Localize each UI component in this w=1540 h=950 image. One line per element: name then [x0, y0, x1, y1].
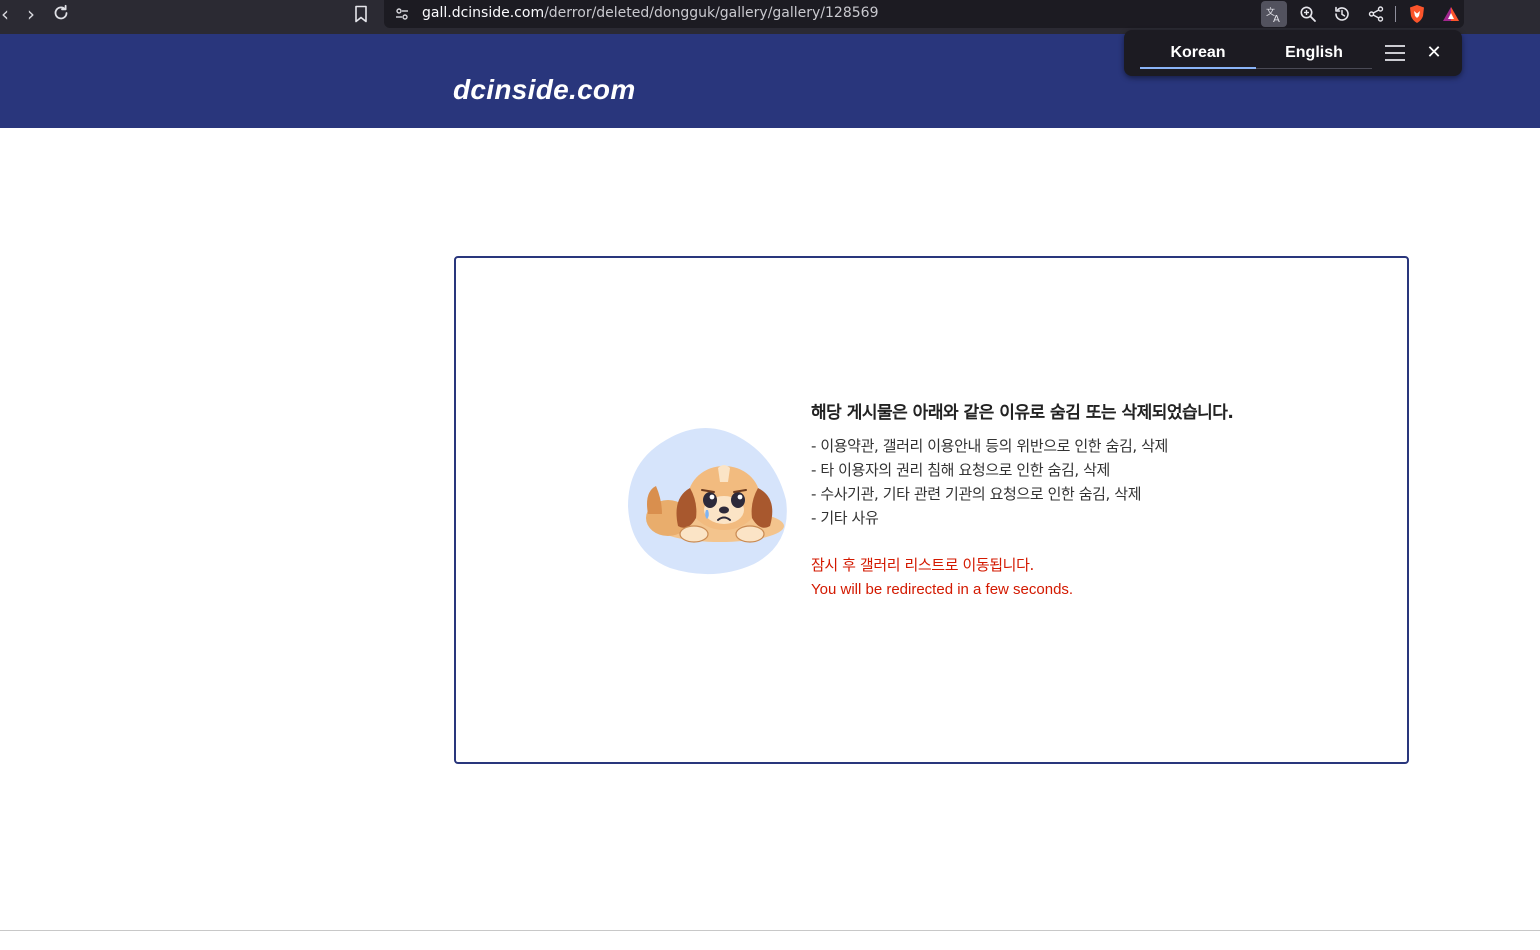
inactive-tab-indicator [1256, 68, 1372, 69]
brave-shield-icon [1410, 5, 1424, 23]
reason-item: - 기타 사유 [811, 509, 879, 527]
url-host: gall.dcinside.com [422, 5, 545, 21]
svg-text:A: A [1273, 14, 1280, 23]
toolbar-separator [1395, 6, 1396, 22]
notice-message: 해당 게시물은 아래와 같은 이유로 숨김 또는 삭제되었습니다. - 이용약관… [811, 398, 1371, 598]
site-info-icon[interactable] [394, 6, 410, 22]
translate-options-button[interactable] [1384, 43, 1406, 63]
deleted-post-notice: 해당 게시물은 아래와 같은 이유로 숨김 또는 삭제되었습니다. - 이용약관… [454, 256, 1409, 764]
footer-divider [0, 930, 1540, 931]
translate-close-button[interactable]: ✕ [1424, 43, 1444, 63]
tab-target-language[interactable]: English [1256, 44, 1372, 62]
share-button[interactable] [1363, 1, 1389, 27]
brave-rewards-button[interactable] [1438, 1, 1464, 27]
brave-shield-button[interactable] [1404, 1, 1430, 27]
active-tab-indicator [1140, 67, 1256, 69]
bookmark-button[interactable] [352, 4, 370, 24]
menu-icon [1385, 45, 1405, 61]
history-icon [1335, 6, 1349, 21]
reload-icon [54, 4, 68, 20]
forward-button[interactable]: › [18, 3, 44, 25]
back-button[interactable]: ‹ [0, 3, 18, 25]
reason-item: - 수사기관, 기타 관련 기관의 요청으로 인한 숨김, 삭제 [811, 485, 1142, 503]
zoom-icon [1300, 6, 1316, 22]
notice-title: 해당 게시물은 아래와 같은 이유로 숨김 또는 삭제되었습니다. [811, 403, 1234, 423]
zoom-button[interactable] [1295, 1, 1321, 27]
reload-button[interactable] [48, 2, 74, 24]
tab-source-language[interactable]: Korean [1140, 44, 1256, 62]
translate-icon: 文 A [1266, 6, 1280, 23]
site-logo[interactable]: dcinside.com [453, 74, 636, 106]
address-bar-actions: 文 A [1253, 0, 1464, 28]
history-button[interactable] [1329, 1, 1355, 27]
redirect-message-english: You will be redirected in a few seconds. [811, 581, 1074, 598]
sad-puppy-illustration [626, 422, 792, 576]
reason-item: - 타 이용자의 권리 침해 요청으로 인한 숨김, 삭제 [811, 461, 1110, 479]
redirect-message-korean: 잠시 후 갤러리 리스트로 이동됩니다. [811, 556, 1034, 574]
translate-button[interactable]: 文 A [1261, 1, 1287, 27]
url-text[interactable]: gall.dcinside.com/derror/deleted/dongguk… [422, 5, 878, 21]
address-bar[interactable]: gall.dcinside.com/derror/deleted/dongguk… [384, 0, 1464, 28]
translate-popup: Korean English ✕ [1124, 30, 1462, 76]
reason-list: - 이용약관, 갤러리 이용안내 등의 위반으로 인한 숨김, 삭제 - 타 이… [811, 434, 1371, 530]
url-path: /derror/deleted/dongguk/gallery/gallery/… [544, 5, 879, 21]
brave-rewards-icon [1443, 7, 1459, 21]
bookmark-icon [355, 5, 367, 23]
share-icon [1368, 6, 1384, 22]
browser-toolbar: ‹ › gall.dcinside.com/derror/deleted/don… [0, 0, 1540, 34]
reason-item: - 이용약관, 갤러리 이용안내 등의 위반으로 인한 숨김, 삭제 [811, 437, 1168, 455]
close-icon: ✕ [1426, 42, 1442, 63]
